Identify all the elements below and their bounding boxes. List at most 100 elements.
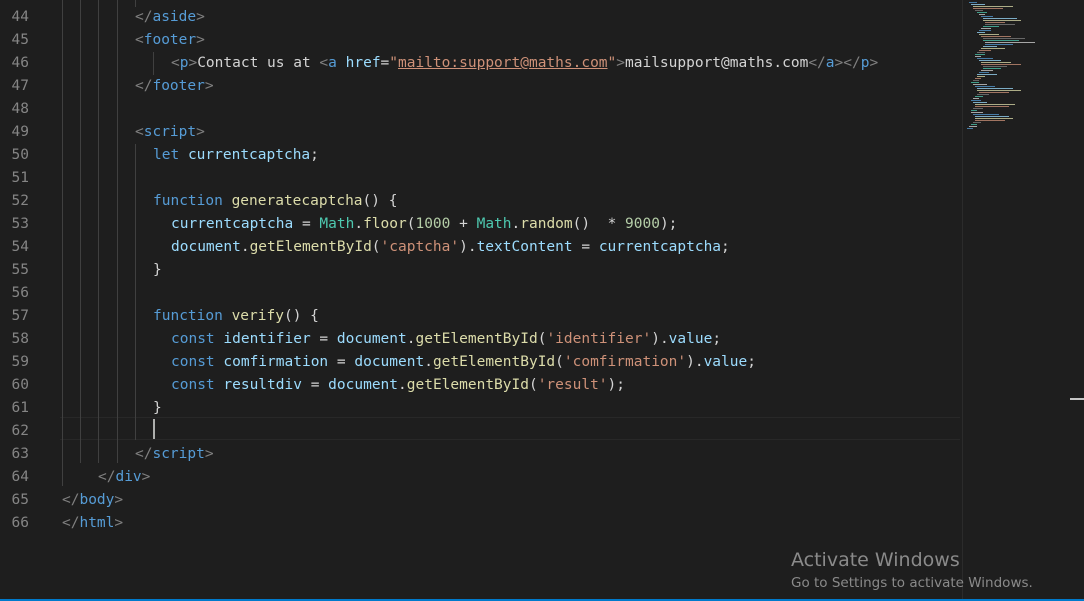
token-text: mailsupport@maths.com bbox=[625, 55, 809, 71]
token-operator: * bbox=[590, 216, 626, 232]
code-line-52[interactable]: function generatecaptcha() { bbox=[153, 190, 397, 213]
minimap-line bbox=[985, 22, 1005, 23]
code-line-47[interactable]: </footer> bbox=[135, 75, 214, 98]
activate-windows-watermark: Activate Windows Go to Settings to activ… bbox=[791, 548, 1033, 593]
token-punctuation: . bbox=[240, 239, 250, 255]
code-line-50[interactable]: let currentcaptcha; bbox=[153, 144, 319, 167]
token-tag: body bbox=[79, 492, 115, 508]
token-variable: currentcaptcha bbox=[171, 216, 294, 232]
token-function: getElementById bbox=[406, 377, 529, 393]
code-line-57[interactable]: function verify() { bbox=[153, 305, 319, 328]
token-string: 'comfirmation' bbox=[563, 354, 687, 370]
token-punctuation: ; bbox=[712, 331, 722, 347]
token-variable: document bbox=[336, 331, 407, 347]
minimap-line bbox=[971, 124, 977, 125]
minimap-line bbox=[981, 28, 991, 29]
token-punctuation: > bbox=[834, 55, 844, 71]
code-line-49[interactable]: <script> bbox=[135, 121, 205, 144]
minimap-line bbox=[977, 74, 997, 75]
minimap-line bbox=[977, 94, 989, 95]
indent-guide bbox=[153, 52, 154, 75]
code-line-64[interactable]: </div> bbox=[98, 466, 150, 489]
token-punctuation: </ bbox=[843, 55, 861, 71]
minimap-line bbox=[981, 48, 1005, 49]
line-number: 52 bbox=[11, 193, 29, 209]
code-line-59[interactable]: const comfirmation = document.getElement… bbox=[171, 351, 756, 374]
scrollbar-cursor-marker bbox=[1070, 398, 1084, 400]
line-number: 47 bbox=[11, 78, 29, 94]
code-line-60[interactable]: const resultdiv = document.getElementByI… bbox=[171, 374, 625, 397]
code-line-45[interactable]: <footer> bbox=[135, 29, 205, 52]
minimap-line bbox=[973, 108, 983, 109]
token-string: 'identifier' bbox=[546, 331, 652, 347]
token-tag: a bbox=[328, 55, 337, 71]
mailto-link[interactable]: mailto:support@maths.com bbox=[398, 55, 608, 71]
token-punctuation: </ bbox=[135, 9, 153, 25]
line-number: 45 bbox=[11, 32, 29, 48]
token-attribute: href bbox=[345, 55, 381, 71]
minimap-line bbox=[979, 34, 999, 35]
minimap-line bbox=[975, 120, 1005, 121]
minimap-line bbox=[983, 68, 1001, 69]
token-punctuation: ( bbox=[555, 354, 564, 370]
text-cursor bbox=[153, 419, 155, 439]
code-line-58[interactable]: const identifier = document. getElementBy… bbox=[171, 328, 721, 351]
token-function: getElementById bbox=[249, 239, 372, 255]
token-function: getElementById bbox=[415, 331, 538, 347]
token-punctuation: > bbox=[196, 9, 205, 25]
token-punctuation: ; bbox=[747, 354, 756, 370]
minimap-line bbox=[971, 82, 979, 83]
code-line-44[interactable]: </aside> bbox=[135, 6, 205, 29]
token-punctuation: ) bbox=[651, 331, 660, 347]
code-line-55[interactable]: } bbox=[153, 259, 162, 282]
token-punctuation: > bbox=[114, 515, 124, 531]
minimap-line bbox=[981, 62, 1011, 63]
code-line-46[interactable]: <p>Contact us at <a href="mailto:support… bbox=[171, 52, 878, 75]
token-punctuation: . bbox=[511, 216, 521, 232]
minimap-line bbox=[973, 98, 979, 99]
token-punctuation: . bbox=[659, 331, 669, 347]
token-tag: html bbox=[79, 515, 115, 531]
code-line-53[interactable]: currentcaptcha = Math.floor(1000 + Math.… bbox=[171, 213, 677, 236]
minimap-line bbox=[971, 112, 983, 113]
token-punctuation: ( bbox=[528, 377, 538, 393]
token-punctuation: > bbox=[204, 78, 214, 94]
token-text: Contact us at bbox=[197, 55, 320, 71]
token-punctuation: . bbox=[424, 354, 433, 370]
line-number: 60 bbox=[11, 377, 29, 393]
minimap-line bbox=[981, 36, 1011, 37]
token-variable: document bbox=[354, 354, 425, 370]
token-string-quote: " bbox=[389, 55, 399, 71]
code-line-65[interactable]: </body> bbox=[62, 489, 123, 512]
minimap[interactable] bbox=[962, 0, 1071, 601]
minimap-line bbox=[975, 54, 985, 55]
minimap-line bbox=[977, 58, 993, 59]
line-number: 46 bbox=[11, 55, 29, 71]
token-punctuation: </ bbox=[135, 78, 153, 94]
token-punctuation: </ bbox=[98, 469, 116, 485]
token-variable: document bbox=[171, 239, 241, 255]
minimap-line bbox=[983, 20, 1021, 21]
line-number: 66 bbox=[11, 515, 29, 531]
minimap-line bbox=[981, 70, 993, 71]
line-number: 63 bbox=[11, 446, 29, 462]
code-line-66[interactable]: </html> bbox=[62, 512, 123, 535]
minimap-line bbox=[979, 50, 991, 51]
line-number: 55 bbox=[11, 262, 29, 278]
code-editor[interactable]: 44 45 46 47 48 49 50 51 52 53 54 55 56 5… bbox=[0, 0, 1084, 601]
token-tag: div bbox=[115, 469, 142, 485]
token-string-quote: " bbox=[607, 55, 617, 71]
vertical-scrollbar[interactable] bbox=[1070, 0, 1084, 601]
code-line-54[interactable]: document.getElementById('captcha').textC… bbox=[171, 236, 730, 259]
line-number: 48 bbox=[11, 101, 29, 117]
code-line-63[interactable]: </script> bbox=[135, 443, 214, 466]
token-keyword: let bbox=[153, 147, 180, 163]
token-punctuation: < bbox=[319, 55, 329, 71]
code-line-61[interactable]: } bbox=[153, 397, 162, 420]
minimap-line bbox=[975, 10, 983, 11]
token-operator: = bbox=[301, 377, 329, 393]
token-brace: } bbox=[153, 262, 162, 278]
token-punctuation: > bbox=[204, 446, 214, 462]
